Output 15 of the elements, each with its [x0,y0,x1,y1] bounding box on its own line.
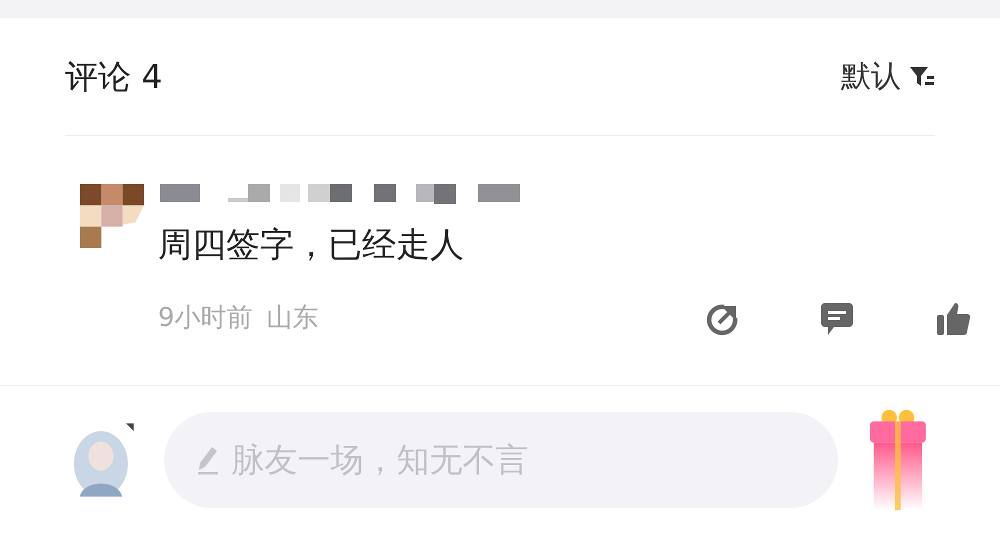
thumbs-up-icon [936,302,972,336]
pen-icon [196,445,220,475]
comment-time: 9小时前 [158,302,253,335]
comment-icon [820,300,854,336]
reply-button[interactable] [820,300,854,336]
gift-icon [868,408,928,512]
sort-button[interactable]: 默认 [841,54,935,99]
comments-title: 评论 4 [65,56,162,98]
filter-icon [909,64,935,88]
share-icon [706,302,740,336]
comment-text: 周四签字，已经走人 [158,224,465,267]
like-button[interactable] [936,302,972,336]
share-button[interactable] [706,302,740,336]
avatar-pixelated [80,184,144,248]
comment-location: 山东 [266,302,319,335]
